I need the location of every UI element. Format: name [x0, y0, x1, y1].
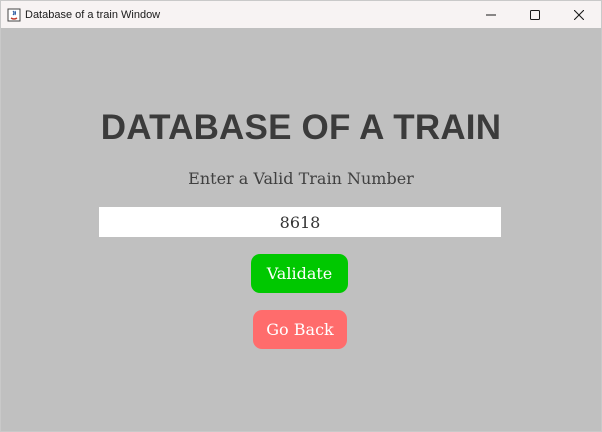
close-button[interactable]	[557, 1, 601, 28]
minimize-icon	[486, 5, 496, 24]
minimize-button[interactable]	[469, 1, 513, 28]
content-panel: DATABASE OF A TRAIN Enter a Valid Train …	[1, 28, 601, 431]
maximize-icon	[530, 5, 540, 24]
go-back-button[interactable]: Go Back	[253, 310, 347, 349]
title-bar[interactable]: Database of a train Window	[1, 1, 601, 28]
close-icon	[573, 5, 585, 24]
window-title: Database of a train Window	[25, 8, 161, 21]
train-number-input[interactable]	[99, 207, 501, 237]
java-app-icon	[7, 8, 21, 22]
page-heading: DATABASE OF A TRAIN	[100, 108, 502, 147]
window-controls	[469, 1, 601, 28]
train-number-prompt: Enter a Valid Train Number	[188, 169, 414, 188]
app-window: Database of a train Window DATABASE OF A…	[0, 0, 602, 432]
maximize-button[interactable]	[513, 1, 557, 28]
validate-button[interactable]: Validate	[251, 254, 348, 293]
